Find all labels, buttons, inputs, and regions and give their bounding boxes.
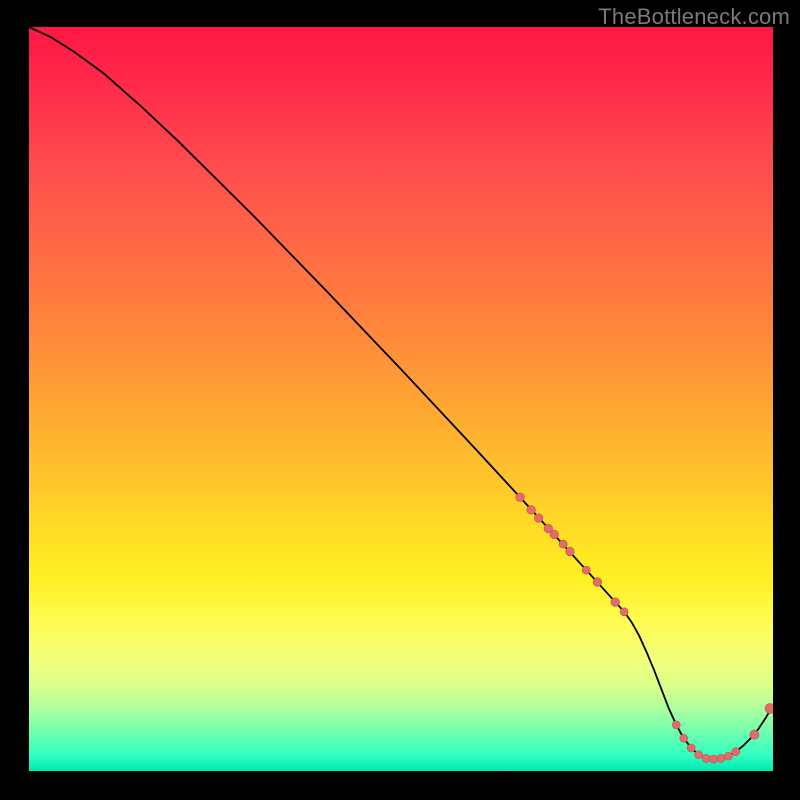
scatter-dot [672,721,680,729]
scatter-dot [516,493,525,502]
watermark-text: TheBottleneck.com [598,4,790,30]
scatter-dot [750,730,759,739]
scatter-dot [611,598,620,607]
chart-container: TheBottleneck.com [0,0,800,800]
scatter-dot [709,755,717,763]
scatter-dot [559,540,567,548]
scatter-dot [702,754,710,762]
scatter-dot [620,608,628,616]
scatter-dot [550,530,559,539]
chart-svg [29,27,773,771]
scatter-dot [695,751,703,759]
scatter-dot [527,506,536,515]
scatter-dots-group [516,493,773,763]
scatter-dot [680,734,688,742]
scatter-dot [732,748,740,756]
scatter-dot [687,744,695,752]
scatter-dot [534,514,543,523]
scatter-dot [593,578,602,587]
scatter-dot [582,566,590,574]
scatter-dot [717,754,725,762]
bottleneck-curve-line [29,27,773,759]
scatter-dot [765,704,773,714]
plot-area [29,27,773,771]
scatter-dot [566,547,575,556]
scatter-dot [724,752,732,760]
